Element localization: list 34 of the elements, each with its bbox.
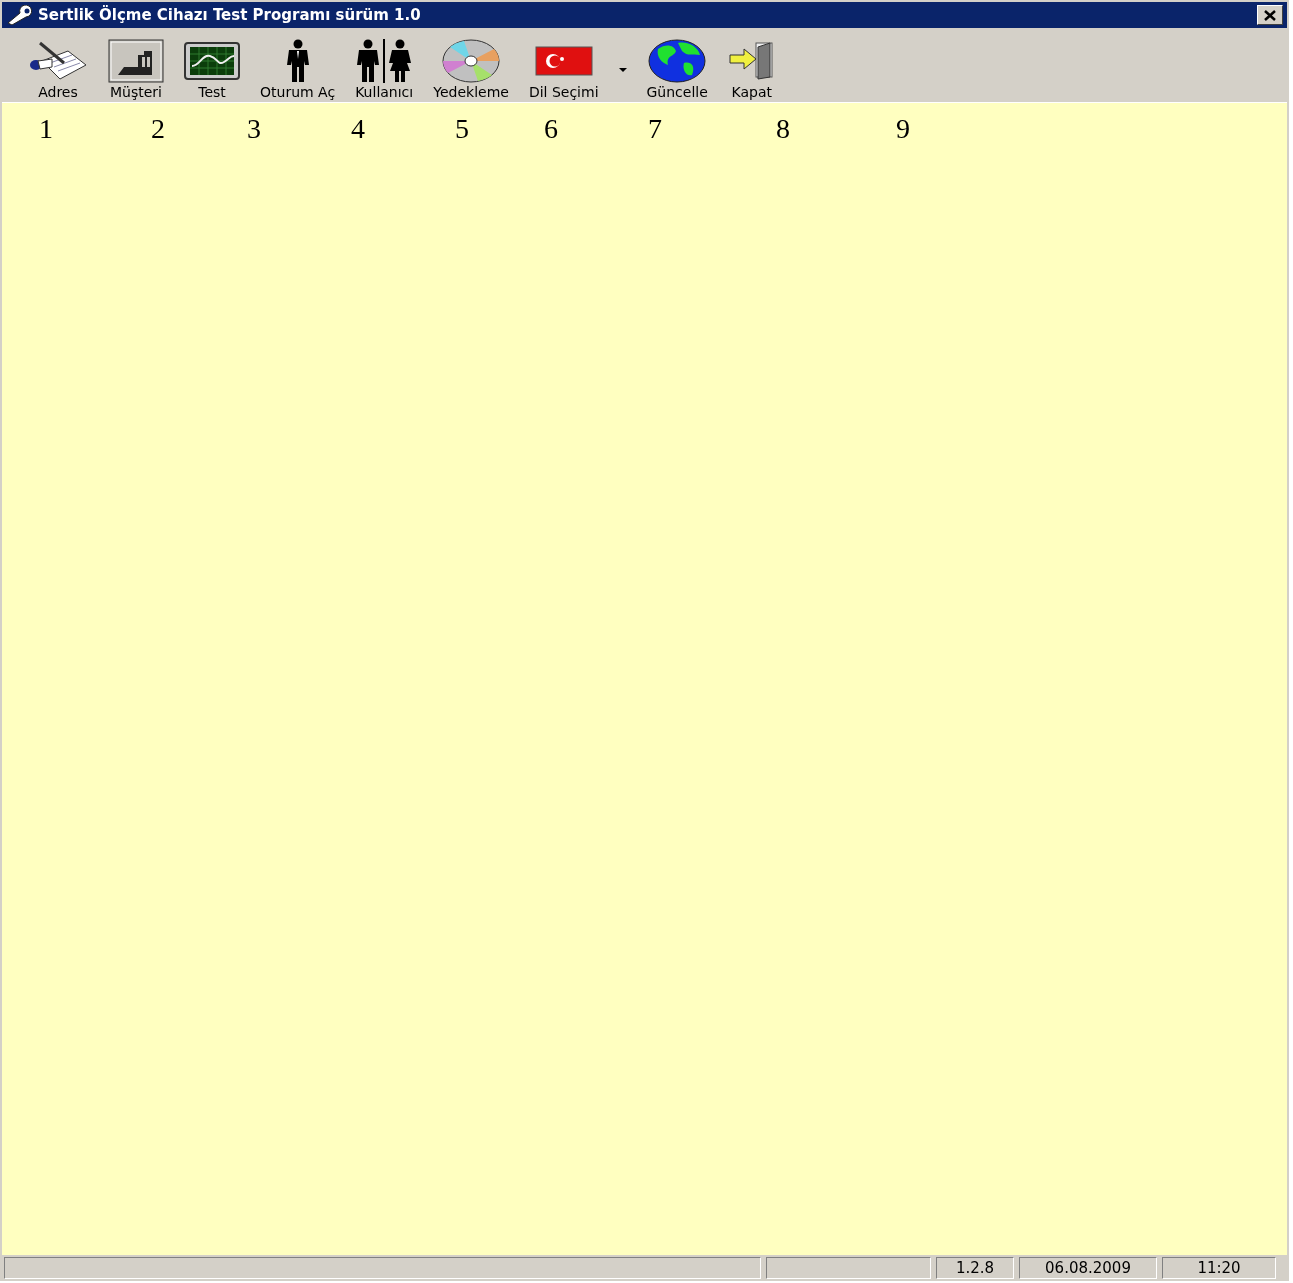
toolbar-button[interactable]: Müşteri	[102, 36, 170, 102]
annotation-number: 1	[38, 113, 54, 145]
exit-door-icon	[727, 41, 776, 81]
wrench-icon	[6, 5, 34, 25]
close-icon	[1264, 9, 1276, 21]
toolbar-button[interactable]: Test	[178, 36, 246, 102]
annotation-number: 8	[775, 113, 791, 145]
annotation-number: 2	[150, 113, 166, 145]
annotation-number: 5	[454, 113, 470, 145]
toolbar-button[interactable]: Kullanıcı	[349, 36, 420, 102]
close-button[interactable]	[1257, 5, 1283, 25]
time-text: 11:20	[1162, 1257, 1276, 1279]
toolbar-button[interactable]: Kapat	[721, 36, 782, 102]
toolbar-button[interactable]: Yedekleme	[427, 36, 515, 102]
annotation-number: 7	[647, 113, 663, 145]
cd-icon	[442, 39, 501, 83]
man-and-woman-icon	[355, 39, 414, 83]
dropdown-arrow-icon[interactable]	[618, 68, 627, 72]
window-title: Sertlik Ölçme Cihazı Test Programı sürüm 1.0	[38, 6, 422, 24]
toolbar-button[interactable]: Adres	[22, 36, 94, 102]
annotation-number: 3	[246, 113, 262, 145]
oscilloscope-icon	[184, 42, 240, 80]
version-text: 1.2.8	[936, 1257, 1014, 1279]
annotation-number: 9	[895, 113, 911, 145]
toolbar-button[interactable]: Dil Seçimi	[522, 36, 605, 102]
annotation-number: 6	[543, 113, 559, 145]
annotation-number: 4	[350, 113, 366, 145]
factory-icon	[108, 39, 164, 83]
toolbar-button[interactable]: Güncelle	[640, 36, 714, 102]
man-icon	[284, 39, 311, 83]
date-text: 06.08.2009	[1019, 1257, 1157, 1279]
globe-icon	[648, 39, 707, 83]
flag-icon	[534, 46, 593, 76]
toolbar-button[interactable]: Oturum Aç	[254, 36, 342, 102]
